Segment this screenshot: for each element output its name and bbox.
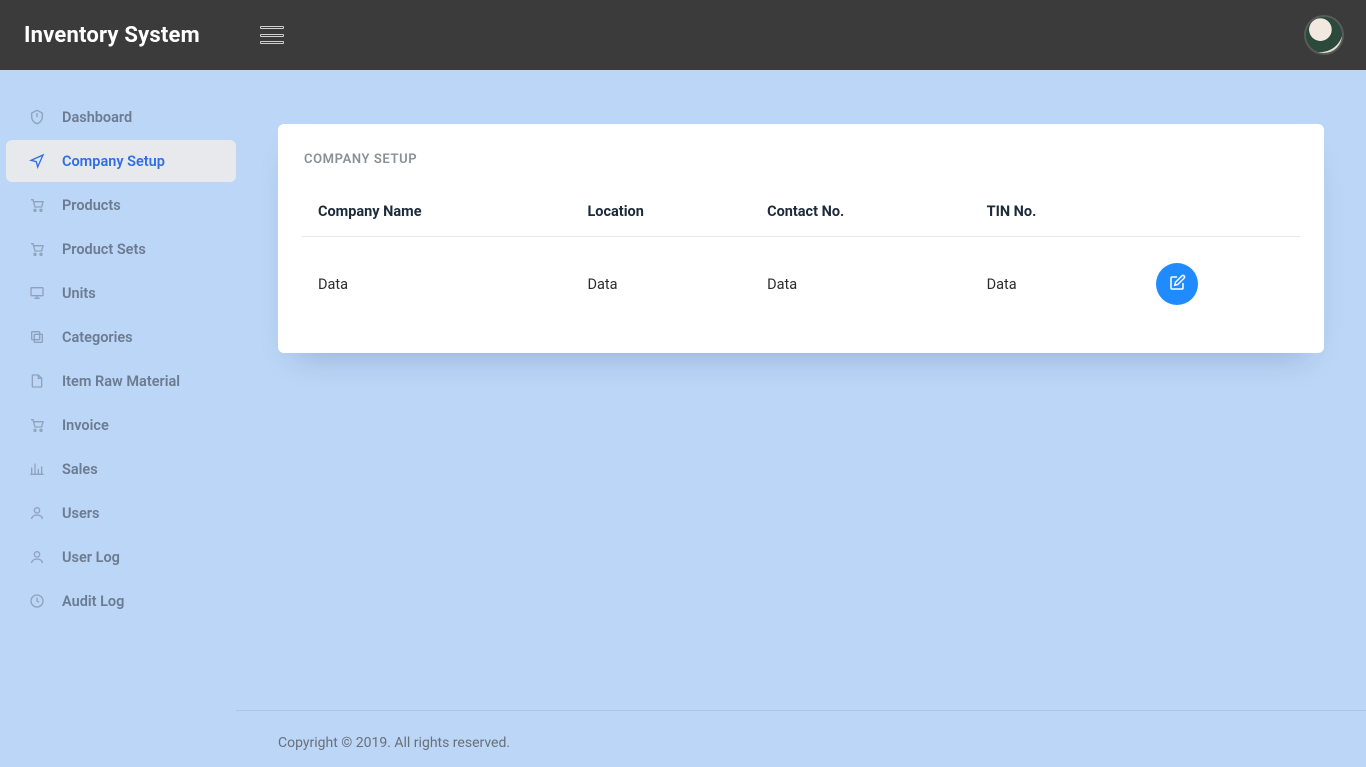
sidebar-item-label: Audit Log (62, 593, 124, 610)
sidebar-item-users[interactable]: Users (6, 492, 236, 534)
edit-icon (1168, 274, 1186, 295)
shield-icon (28, 108, 46, 126)
sidebar-item-label: Users (62, 505, 99, 522)
sidebar-item-item-raw-material[interactable]: Item Raw Material (6, 360, 236, 402)
cell-contact-no: Data (751, 237, 971, 316)
sidebar-item-label: Units (62, 285, 96, 302)
sidebar-item-products[interactable]: Products (6, 184, 236, 226)
footer-text: Copyright © 2019. All rights reserved. (278, 735, 1324, 751)
sidebar-item-product-sets[interactable]: Product Sets (6, 228, 236, 270)
sidebar-item-label: Products (62, 197, 121, 214)
table-row: Data Data Data Data (302, 237, 1300, 316)
user-icon (28, 504, 46, 522)
topbar: Inventory System (0, 0, 1366, 70)
clock-icon (28, 592, 46, 610)
column-header-company-name: Company Name (302, 191, 571, 237)
sidebar-item-label: Dashboard (62, 109, 132, 126)
sidebar-item-label: Company Setup (62, 153, 165, 170)
nav-arrow-icon (28, 152, 46, 170)
sidebar-item-dashboard[interactable]: Dashboard (6, 96, 236, 138)
sidebar-item-label: Sales (62, 461, 98, 478)
card-title: COMPANY SETUP (304, 152, 1300, 167)
sidebar: Dashboard Company Setup Products Product… (0, 70, 236, 767)
sidebar-item-sales[interactable]: Sales (6, 448, 236, 490)
company-setup-card: COMPANY SETUP Company Name Location Cont… (278, 124, 1324, 353)
column-header-actions (1140, 191, 1300, 237)
sidebar-item-audit-log[interactable]: Audit Log (6, 580, 236, 622)
sidebar-item-categories[interactable]: Categories (6, 316, 236, 358)
sidebar-item-units[interactable]: Units (6, 272, 236, 314)
column-header-tin-no: TIN No. (971, 191, 1141, 237)
sidebar-item-label: Invoice (62, 417, 109, 434)
avatar[interactable] (1306, 17, 1342, 53)
sidebar-item-label: Product Sets (62, 241, 146, 258)
edit-button[interactable] (1156, 263, 1198, 305)
cart-icon (28, 416, 46, 434)
cell-location: Data (571, 237, 751, 316)
user-icon (28, 548, 46, 566)
cart-icon (28, 240, 46, 258)
file-icon (28, 372, 46, 390)
sidebar-item-label: User Log (62, 549, 120, 566)
column-header-contact-no: Contact No. (751, 191, 971, 237)
menu-toggle-icon[interactable] (260, 26, 284, 44)
sidebar-item-user-log[interactable]: User Log (6, 536, 236, 578)
cell-tin-no: Data (971, 237, 1141, 316)
app-title: Inventory System (24, 23, 200, 48)
column-header-location: Location (571, 191, 751, 237)
sidebar-item-invoice[interactable]: Invoice (6, 404, 236, 446)
footer: Copyright © 2019. All rights reserved. (236, 710, 1366, 751)
cell-company-name: Data (302, 237, 571, 316)
bar-chart-icon (28, 460, 46, 478)
stack-icon (28, 328, 46, 346)
company-table: Company Name Location Contact No. TIN No… (302, 191, 1300, 315)
sidebar-item-label: Item Raw Material (62, 373, 180, 390)
cart-icon (28, 196, 46, 214)
monitor-icon (28, 284, 46, 302)
sidebar-item-label: Categories (62, 329, 133, 346)
sidebar-item-company-setup[interactable]: Company Setup (6, 140, 236, 182)
main-content: COMPANY SETUP Company Name Location Cont… (236, 70, 1366, 767)
